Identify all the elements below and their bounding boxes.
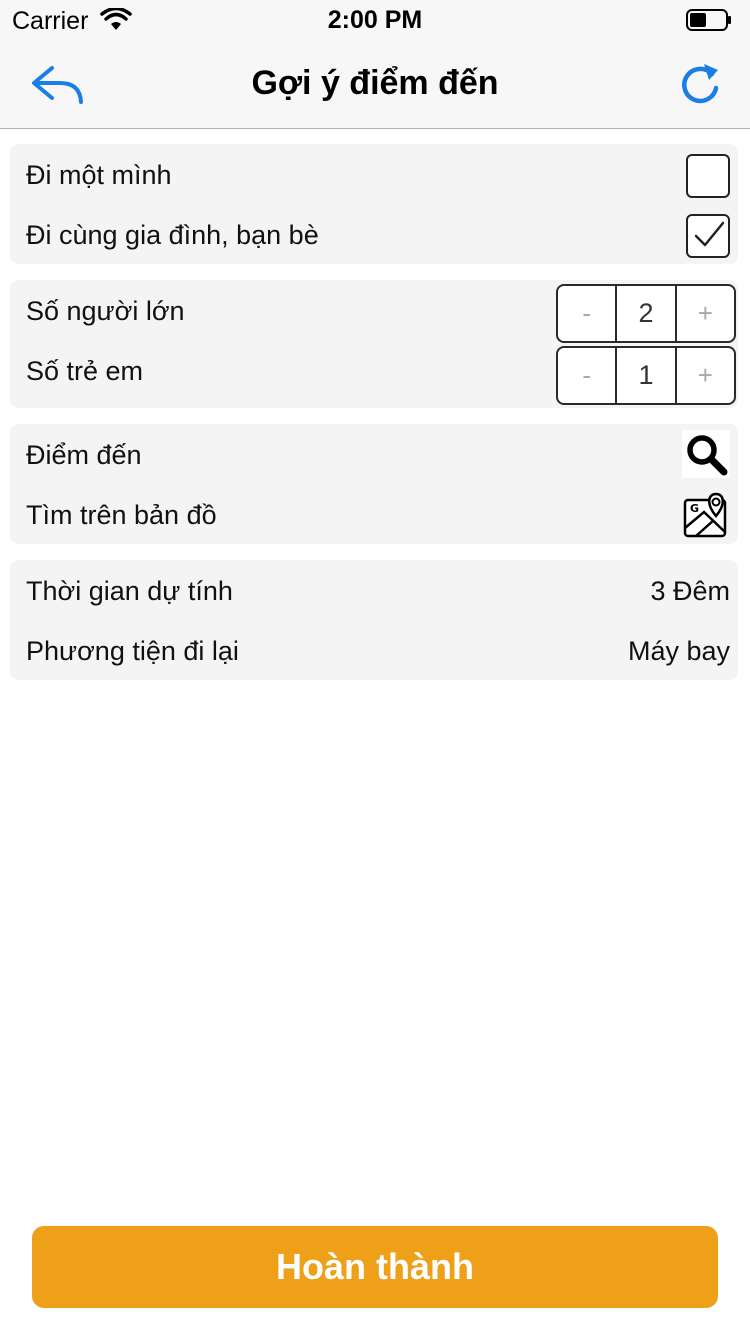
map-search-label: Tìm trên bản đồ bbox=[26, 500, 217, 530]
group-checkbox[interactable] bbox=[686, 214, 730, 258]
duration-label: Thời gian dự tính bbox=[26, 576, 233, 606]
children-value: 1 bbox=[615, 348, 677, 403]
alone-checkbox[interactable] bbox=[686, 154, 730, 198]
map-pin-icon[interactable]: G bbox=[682, 492, 730, 540]
alone-label: Đi một mình bbox=[26, 160, 172, 190]
destination-card: Điểm đến Tìm trên bản đồ G bbox=[10, 424, 738, 544]
refresh-icon[interactable] bbox=[676, 60, 724, 108]
adults-stepper[interactable]: - 2 + bbox=[556, 284, 736, 343]
trip-details-card: Thời gian dự tính 3 Đêm Phương tiện đi l… bbox=[10, 560, 738, 680]
navigation-bar: Gợi ý điểm đến bbox=[0, 40, 750, 129]
search-icon[interactable] bbox=[682, 430, 730, 478]
group-label: Đi cùng gia đình, bạn bè bbox=[26, 220, 319, 250]
children-label: Số trẻ em bbox=[26, 356, 144, 386]
adults-increment-button[interactable]: + bbox=[677, 286, 734, 341]
transport-value[interactable]: Máy bay bbox=[628, 636, 730, 667]
children-stepper[interactable]: - 1 + bbox=[556, 346, 736, 405]
status-bar: Carrier 2:00 PM bbox=[0, 0, 750, 40]
checkmark-icon bbox=[694, 221, 725, 247]
battery-icon bbox=[686, 9, 732, 31]
children-decrement-button[interactable]: - bbox=[558, 348, 615, 403]
destination-label: Điểm đến bbox=[26, 440, 142, 470]
clock: 2:00 PM bbox=[327, 6, 423, 34]
adults-value: 2 bbox=[615, 286, 677, 341]
adults-decrement-button[interactable]: - bbox=[558, 286, 615, 341]
page-title: Gợi ý điểm đến bbox=[251, 64, 499, 102]
svg-text:G: G bbox=[690, 502, 699, 515]
companion-card: Đi một mình Đi cùng gia đình, bạn bè bbox=[10, 144, 738, 264]
duration-value[interactable]: 3 Đêm bbox=[650, 576, 730, 607]
transport-label: Phương tiện đi lại bbox=[26, 636, 239, 666]
done-button[interactable]: Hoàn thành bbox=[32, 1226, 718, 1308]
children-increment-button[interactable]: + bbox=[677, 348, 734, 403]
adults-label: Số người lớn bbox=[26, 296, 185, 326]
people-card: Số người lớn - 2 + Số trẻ em - 1 + bbox=[10, 280, 738, 408]
